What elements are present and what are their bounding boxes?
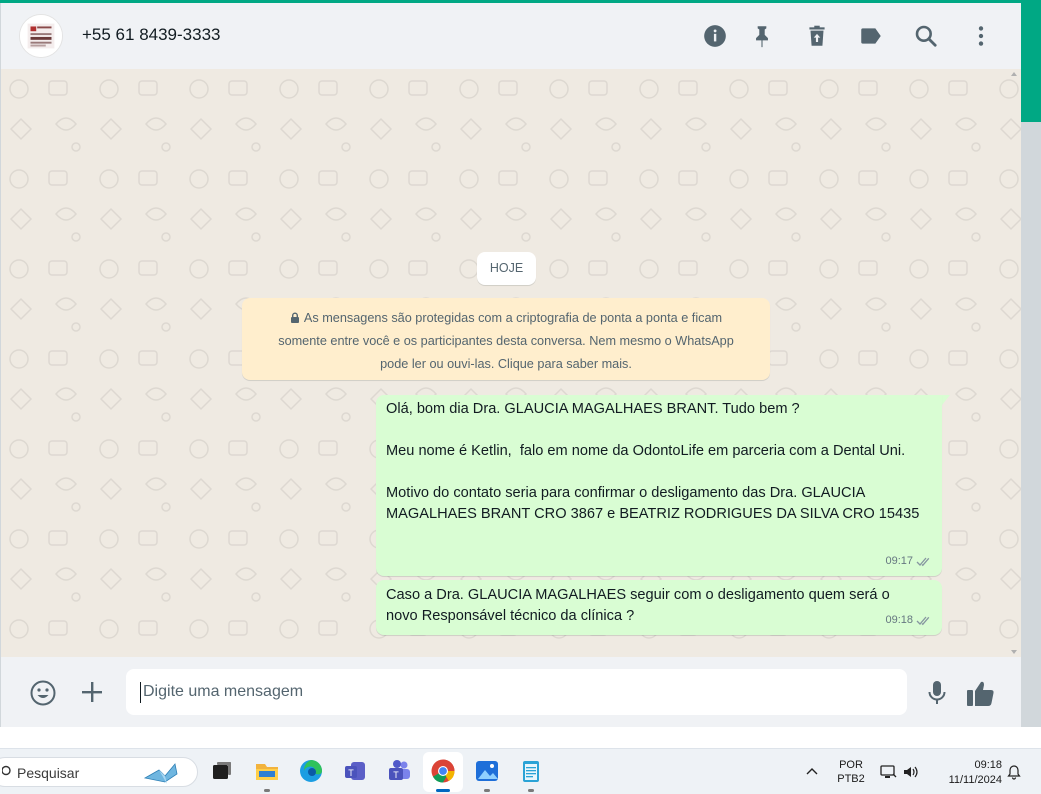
- message-text: Caso a Dra. GLAUCIA MAGALHAES seguir com…: [386, 587, 894, 624]
- message-input[interactable]: [126, 669, 907, 715]
- double-check-icon: [916, 557, 930, 567]
- clock-time: 09:18: [974, 759, 1002, 771]
- menu-icon[interactable]: [968, 23, 994, 49]
- avatar-image: [20, 15, 62, 57]
- encryption-notice-line: As mensagens são protegidas com a cripto…: [256, 307, 756, 330]
- encryption-notice-line: pode ler ou ouvi-las. Clique para saber …: [380, 357, 632, 371]
- window-edge-accent: [1021, 3, 1041, 122]
- taskbar-search-label: Pesquisar: [17, 765, 80, 781]
- taskbar-search-box[interactable]: Pesquisar: [0, 757, 198, 787]
- search-highlight-crane-icon: [143, 763, 178, 784]
- input-language[interactable]: POR PTB2: [836, 758, 866, 786]
- window-edge: [1021, 122, 1041, 748]
- running-indicator: [264, 789, 270, 792]
- message-time: 09:17: [885, 555, 913, 567]
- windows-taskbar: Pesquisar T T POR PTB2 09:18 11/11/2024: [0, 748, 1041, 794]
- chat-scrollbar[interactable]: [1013, 69, 1019, 657]
- notifications-bell-icon[interactable]: [1006, 764, 1022, 780]
- window-gap: [0, 727, 1041, 748]
- svg-text:T: T: [393, 770, 399, 780]
- svg-text:T: T: [348, 768, 354, 778]
- volume-icon[interactable]: [902, 763, 920, 781]
- date-chip: HOJE: [477, 252, 536, 285]
- running-indicator: [484, 789, 490, 792]
- chrome-icon[interactable]: [429, 757, 457, 785]
- photos-icon[interactable]: [473, 757, 501, 785]
- chat-header: +55 61 8439-3333: [0, 3, 1021, 69]
- bubble-tail: [942, 395, 950, 405]
- pin-icon[interactable]: [749, 23, 775, 49]
- delete-icon[interactable]: [804, 23, 830, 49]
- double-check-icon: [916, 616, 930, 626]
- lock-icon: [290, 312, 299, 323]
- label-icon[interactable]: [858, 23, 884, 49]
- message-composer: [0, 657, 1021, 727]
- contact-name[interactable]: +55 61 8439-3333: [82, 25, 221, 45]
- chat-area[interactable]: HOJE As mensagens são protegidas com a c…: [0, 69, 1021, 657]
- teams-icon[interactable]: T: [385, 757, 413, 785]
- scroll-up-arrow-icon[interactable]: [1011, 72, 1017, 76]
- attach-plus-icon[interactable]: [79, 679, 105, 705]
- edge-browser-icon[interactable]: [297, 757, 325, 785]
- notepad-icon[interactable]: [517, 757, 545, 785]
- language-code: POR: [839, 759, 863, 771]
- message-text: Olá, bom dia Dra. GLAUCIA MAGALHAES BRAN…: [386, 401, 920, 522]
- clock-date: 11/11/2024: [948, 774, 1002, 786]
- network-icon[interactable]: [879, 763, 897, 781]
- text-caret: [140, 682, 141, 703]
- thumbs-up-icon[interactable]: [965, 678, 997, 708]
- task-view-icon[interactable]: [208, 757, 236, 785]
- outgoing-message[interactable]: Olá, bom dia Dra. GLAUCIA MAGALHAES BRAN…: [376, 395, 942, 576]
- info-icon[interactable]: [702, 23, 728, 49]
- keyboard-layout: PTB2: [837, 773, 865, 785]
- microphone-icon[interactable]: [925, 679, 949, 707]
- message-meta: 09:17: [885, 551, 932, 572]
- running-indicator: [528, 789, 534, 792]
- encryption-notice-text: As mensagens são protegidas com a cripto…: [303, 311, 723, 325]
- search-icon: [2, 765, 11, 776]
- contact-avatar[interactable]: [19, 14, 63, 58]
- teams-work-icon[interactable]: T: [341, 757, 369, 785]
- system-clock[interactable]: 09:18 11/11/2024: [930, 758, 1002, 788]
- encryption-notice[interactable]: As mensagens são protegidas com a cripto…: [242, 298, 770, 380]
- scroll-down-arrow-icon[interactable]: [1011, 650, 1017, 654]
- file-explorer-icon[interactable]: [253, 757, 281, 785]
- chevron-up-icon[interactable]: [805, 765, 819, 777]
- search-icon[interactable]: [913, 23, 939, 49]
- emoji-icon[interactable]: [29, 679, 57, 707]
- outgoing-message[interactable]: Caso a Dra. GLAUCIA MAGALHAES seguir com…: [376, 580, 942, 635]
- encryption-notice-line: somente entre você e os participantes de…: [278, 334, 734, 348]
- active-indicator: [436, 789, 450, 792]
- message-meta: 09:18: [885, 610, 932, 631]
- message-time: 09:18: [885, 614, 913, 626]
